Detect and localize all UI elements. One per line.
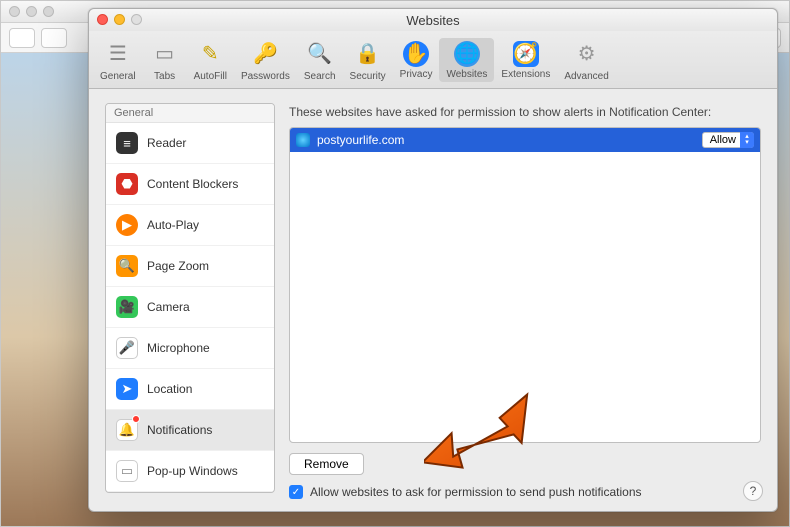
- globe-icon: 🌐: [454, 41, 480, 67]
- zoom-icon: [131, 14, 142, 25]
- website-row[interactable]: postyourlife.com Allow: [290, 128, 760, 152]
- sidebar-item-auto-play[interactable]: ▶ Auto-Play: [106, 205, 274, 246]
- description-text: These websites have asked for permission…: [289, 105, 761, 119]
- compass-icon: 🧭: [513, 41, 539, 67]
- remove-button[interactable]: Remove: [289, 453, 364, 475]
- help-button[interactable]: ?: [743, 481, 763, 501]
- checkbox-label: Allow websites to ask for permission to …: [310, 485, 642, 499]
- back-button[interactable]: [9, 28, 35, 48]
- tab-search[interactable]: 🔍 Search: [297, 36, 343, 84]
- prefs-body: General ≡ Reader ⬣ Content Blockers ▶ Au…: [89, 89, 777, 511]
- tabs-icon: ▭: [150, 39, 180, 69]
- sidebar-item-label: Pop-up Windows: [147, 464, 238, 478]
- minimize-icon[interactable]: [114, 14, 125, 25]
- zoom-icon[interactable]: [43, 6, 54, 17]
- prefs-toolbar: ☰ General ▭ Tabs ✎ AutoFill 🔑 Passwords …: [89, 31, 777, 89]
- tab-autofill[interactable]: ✎ AutoFill: [187, 36, 234, 84]
- reader-icon: ≡: [116, 132, 138, 154]
- gear-slider-icon: ☰: [103, 39, 133, 69]
- badge-icon: [132, 415, 140, 423]
- website-domain: postyourlife.com: [317, 133, 404, 147]
- sidebar-header: General: [106, 104, 274, 123]
- tab-tabs[interactable]: ▭ Tabs: [143, 36, 187, 84]
- stepper-icon: [740, 132, 754, 148]
- sidebar-item-popup[interactable]: ▭ Pop-up Windows: [106, 451, 274, 492]
- sidebar-item-label: Camera: [147, 300, 190, 314]
- sidebar-item-label: Page Zoom: [147, 259, 209, 273]
- permission-select[interactable]: Allow: [702, 132, 754, 148]
- sidebar-item-camera[interactable]: 🎥 Camera: [106, 287, 274, 328]
- window-icon: ▭: [116, 460, 138, 482]
- preferences-window: Websites ☰ General ▭ Tabs ✎ AutoFill 🔑 P…: [88, 8, 778, 512]
- sidebar-item-location[interactable]: ➤ Location: [106, 369, 274, 410]
- stop-icon: ⬣: [116, 173, 138, 195]
- sidebar-item-label: Location: [147, 382, 192, 396]
- favicon-icon: [296, 133, 310, 147]
- lock-icon: 🔒: [353, 39, 383, 69]
- allow-ask-checkbox[interactable]: ✓: [289, 485, 303, 499]
- sidebar-item-content-blockers[interactable]: ⬣ Content Blockers: [106, 164, 274, 205]
- prefs-titlebar: Websites: [89, 9, 777, 31]
- sidebar-item-label: Reader: [147, 136, 186, 150]
- sidebar-item-page-zoom[interactable]: 🔍 Page Zoom: [106, 246, 274, 287]
- close-icon[interactable]: [9, 6, 20, 17]
- close-icon[interactable]: [97, 14, 108, 25]
- camera-icon: 🎥: [116, 296, 138, 318]
- tab-privacy[interactable]: ✋ Privacy: [393, 38, 440, 82]
- tab-extensions[interactable]: 🧭 Extensions: [494, 38, 557, 82]
- tab-passwords[interactable]: 🔑 Passwords: [234, 36, 297, 84]
- sidebar-item-notifications[interactable]: 🔔 Notifications: [106, 410, 274, 451]
- pencil-icon: ✎: [195, 39, 225, 69]
- tab-advanced[interactable]: ⚙ Advanced: [557, 36, 615, 84]
- tab-general[interactable]: ☰ General: [93, 36, 143, 84]
- microphone-icon: 🎤: [116, 337, 138, 359]
- search-icon: 🔍: [305, 39, 335, 69]
- sidebar-item-label: Auto-Play: [147, 218, 199, 232]
- gear-icon: ⚙: [572, 39, 602, 69]
- websites-list[interactable]: postyourlife.com Allow: [289, 127, 761, 443]
- sidebar: General ≡ Reader ⬣ Content Blockers ▶ Au…: [105, 103, 275, 493]
- sidebar-item-microphone[interactable]: 🎤 Microphone: [106, 328, 274, 369]
- sidebar-item-label: Notifications: [147, 423, 212, 437]
- tab-security[interactable]: 🔒 Security: [343, 36, 393, 84]
- hand-icon: ✋: [403, 41, 429, 67]
- tab-websites[interactable]: 🌐 Websites: [439, 38, 494, 82]
- play-icon: ▶: [116, 214, 138, 236]
- window-title: Websites: [406, 13, 459, 28]
- sidebar-item-label: Content Blockers: [147, 177, 238, 191]
- sidebar-item-reader[interactable]: ≡ Reader: [106, 123, 274, 164]
- forward-button[interactable]: [41, 28, 67, 48]
- main-panel: These websites have asked for permission…: [289, 103, 761, 499]
- location-icon: ➤: [116, 378, 138, 400]
- magnify-icon: 🔍: [116, 255, 138, 277]
- sidebar-item-label: Microphone: [147, 341, 210, 355]
- minimize-icon[interactable]: [26, 6, 37, 17]
- key-icon: 🔑: [250, 39, 280, 69]
